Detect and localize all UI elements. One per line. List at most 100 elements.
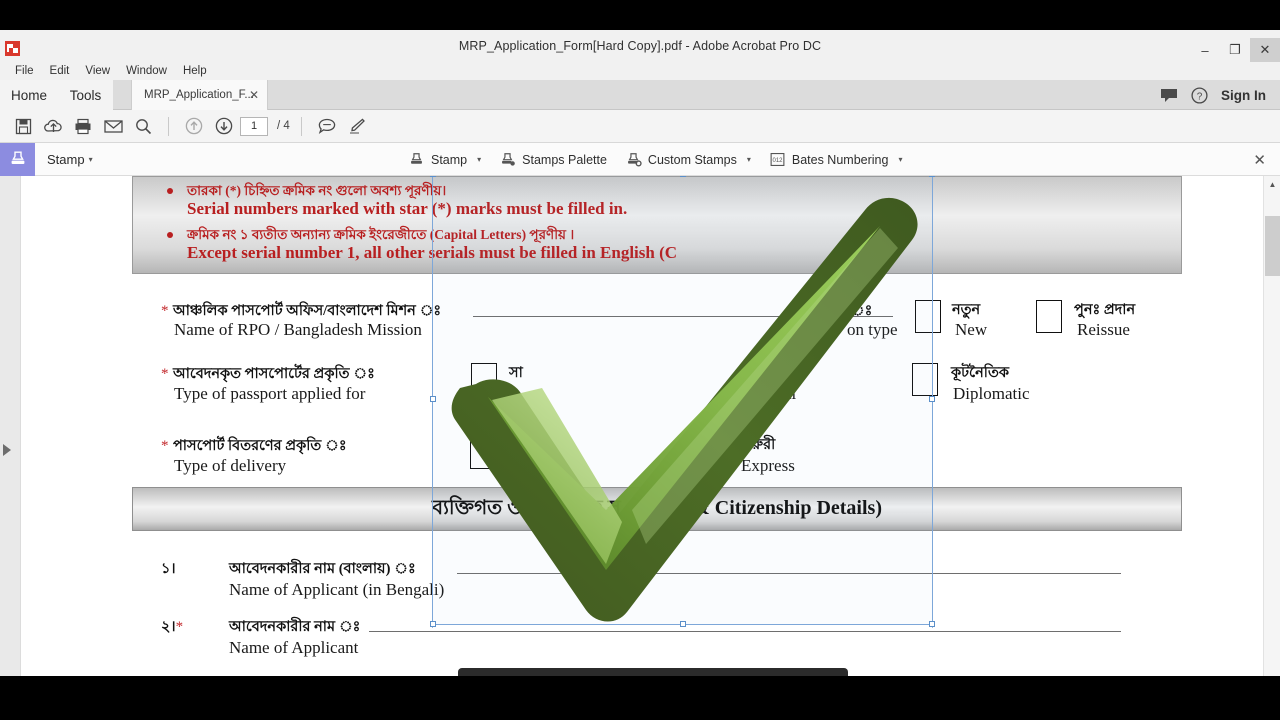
next-page-button[interactable]: [210, 112, 238, 140]
previous-page-button[interactable]: [180, 112, 208, 140]
stamp-palette-icon: [502, 153, 515, 166]
menu-item-edit[interactable]: Edit: [42, 62, 78, 80]
custom-stamps-label: Custom Stamps: [647, 152, 737, 167]
row-2-input-line[interactable]: [369, 631, 1121, 632]
stamp-tool-label: Stamp: [431, 152, 468, 167]
resize-handle-top-right[interactable]: [929, 176, 935, 177]
bottom-letterbox: [0, 676, 1280, 720]
field-passport-type-en-label: Type of passport applied for: [174, 384, 366, 403]
expand-panel-arrow-icon[interactable]: [3, 444, 11, 456]
sign-in-button[interactable]: Sign In: [1221, 88, 1266, 103]
tab-document-label: MRP_Application_F...: [144, 89, 254, 101]
checkbox-diplomatic-bn-label: কূটনৈতিক: [951, 365, 1009, 381]
menu-item-help[interactable]: Help: [175, 62, 215, 80]
acrobat-window: MRP_Application_Form[Hard Copy].pdf - Ad…: [0, 0, 1280, 720]
highlight-tool-button[interactable]: [343, 112, 371, 140]
stamps-palette-label: Stamps Palette: [522, 152, 607, 167]
stamp-tool[interactable]: Stamp ▾: [408, 151, 481, 168]
menu-item-file[interactable]: File: [7, 62, 42, 80]
resize-handle-bottom-right[interactable]: [929, 621, 935, 627]
help-circle-icon[interactable]: ?: [1191, 86, 1208, 104]
checkbox-diplomatic-en-label: Diplomatic: [953, 384, 1030, 403]
comment-bubble-icon[interactable]: [1160, 87, 1178, 103]
stamp-gear-icon: [627, 153, 642, 167]
search-button[interactable]: [129, 112, 157, 140]
scrollbar-thumb[interactable]: [1265, 216, 1280, 276]
resize-handle-top-left[interactable]: [430, 176, 436, 177]
save-button[interactable]: [9, 112, 37, 140]
close-button[interactable]: ✕: [1250, 38, 1280, 62]
email-button[interactable]: [99, 112, 127, 140]
row-1-number: ১।: [161, 561, 176, 577]
row-2-number-group: ২।*: [161, 616, 183, 640]
resize-handle-bottom-left[interactable]: [430, 621, 436, 627]
svg-text:?: ?: [1197, 91, 1203, 102]
restore-button[interactable]: ❐: [1220, 38, 1250, 62]
resize-handle-right-center[interactable]: [929, 396, 935, 402]
page-number-input[interactable]: 1: [240, 116, 268, 136]
row-1-en-label: Name of Applicant (in Bengali): [229, 580, 445, 599]
tab-close-icon[interactable]: ✕: [249, 88, 259, 102]
row-2-number: ২।: [161, 619, 176, 635]
print-button[interactable]: [69, 112, 97, 140]
close-stamp-toolbar-button[interactable]: ✕: [1253, 151, 1266, 169]
menu-item-window[interactable]: Window: [118, 62, 175, 80]
window-controls: – ❐ ✕: [1190, 38, 1280, 62]
stamps-palette-tool[interactable]: Stamps Palette: [499, 151, 607, 168]
chevron-down-icon[interactable]: ▾: [747, 155, 751, 164]
field-rpo-en-label: Name of RPO / Bangladesh Mission: [174, 320, 422, 339]
chevron-down-icon[interactable]: ▾: [898, 155, 902, 164]
toolbar-divider: [168, 116, 169, 136]
stamp-panel-label[interactable]: Stamp ▾: [47, 152, 93, 167]
minimize-button[interactable]: –: [1190, 38, 1220, 62]
tab-strip-right: ? Sign In: [1160, 80, 1280, 110]
required-star: *: [161, 303, 169, 319]
bates-012-icon: 012: [770, 152, 785, 167]
stamp-toolbar: Stamp ▾ Stamp ▾ Stamps Palette Custom St…: [0, 142, 1280, 176]
pdf-page[interactable]: তারকা (*) চিহ্নিত ক্রমিক নং গুলো অবশ্য প…: [21, 176, 1263, 676]
stamp-icon: [411, 153, 422, 164]
custom-stamps-tool[interactable]: Custom Stamps ▾: [625, 151, 751, 168]
resize-handle-left-center[interactable]: [430, 396, 436, 402]
bullet-icon: [167, 188, 173, 194]
main-toolbar: 1 / 4: [0, 110, 1280, 143]
bullet-icon-2: [167, 232, 173, 238]
checkbox-new-en-label: New: [955, 320, 988, 339]
resize-handle-top-center[interactable]: [679, 176, 686, 177]
toolbar-divider-2: [300, 116, 302, 136]
field-rpo-bn-label: আঞ্চলিক পাসপোর্ট অফিস/বাংলাদেশ মিশন ঃ: [172, 303, 442, 319]
left-panel-rail[interactable]: [0, 176, 21, 676]
required-star-3: *: [161, 438, 169, 454]
upload-button[interactable]: [39, 112, 67, 140]
document-viewport: তারকা (*) চিহ্নিত ক্রমিক নং গুলো অবশ্য প…: [0, 176, 1280, 676]
tab-strip: Home Tools MRP_Application_F... ✕ ? Sign…: [0, 80, 1280, 110]
title-bar-fill: [0, 30, 1280, 38]
stamp-panel-label-text: Stamp: [47, 151, 85, 167]
tab-home[interactable]: Home: [0, 80, 58, 110]
title-bar: [0, 0, 1280, 38]
menu-bar: File Edit View Window Help: [0, 62, 1280, 80]
stamp-panel-icon[interactable]: [0, 142, 35, 176]
svg-text:012: 012: [772, 158, 782, 164]
window-title: MRP_Application_Form[Hard Copy].pdf - Ad…: [458, 39, 822, 53]
vertical-scrollbar[interactable]: ▲: [1263, 176, 1280, 676]
field-delivery-bn-label: পাসপোর্ট বিতরণের প্রকৃতি ঃ: [172, 438, 347, 454]
tab-tools[interactable]: Tools: [58, 80, 113, 110]
chevron-down-icon[interactable]: ▾: [477, 155, 481, 164]
tab-document[interactable]: MRP_Application_F... ✕: [131, 80, 268, 110]
stamp-tool-group: Stamp ▾ Stamps Palette Custom Stamps ▾ 0…: [408, 143, 902, 176]
comment-tool-button[interactable]: [313, 112, 341, 140]
bates-numbering-label: Bates Numbering: [791, 152, 889, 167]
page-total-label: / 4: [277, 120, 290, 132]
row-1-bn-label: আবেদনকারীর নাম (বাংলায়) ঃ: [229, 561, 416, 577]
menu-item-view[interactable]: View: [77, 62, 118, 80]
resize-handle-bottom-center[interactable]: [679, 621, 686, 627]
scroll-up-arrow-icon[interactable]: ▲: [1264, 176, 1280, 193]
bates-numbering-tool[interactable]: 012 Bates Numbering ▾: [769, 151, 902, 168]
required-star-4: *: [175, 619, 184, 635]
checkbox-reissue-en-label: Reissue: [1077, 320, 1130, 339]
chevron-down-icon[interactable]: ▾: [89, 155, 93, 164]
required-star-2: *: [161, 366, 169, 382]
checkbox-reissue[interactable]: [1036, 300, 1062, 333]
stamp-selection-box[interactable]: [430, 176, 935, 627]
